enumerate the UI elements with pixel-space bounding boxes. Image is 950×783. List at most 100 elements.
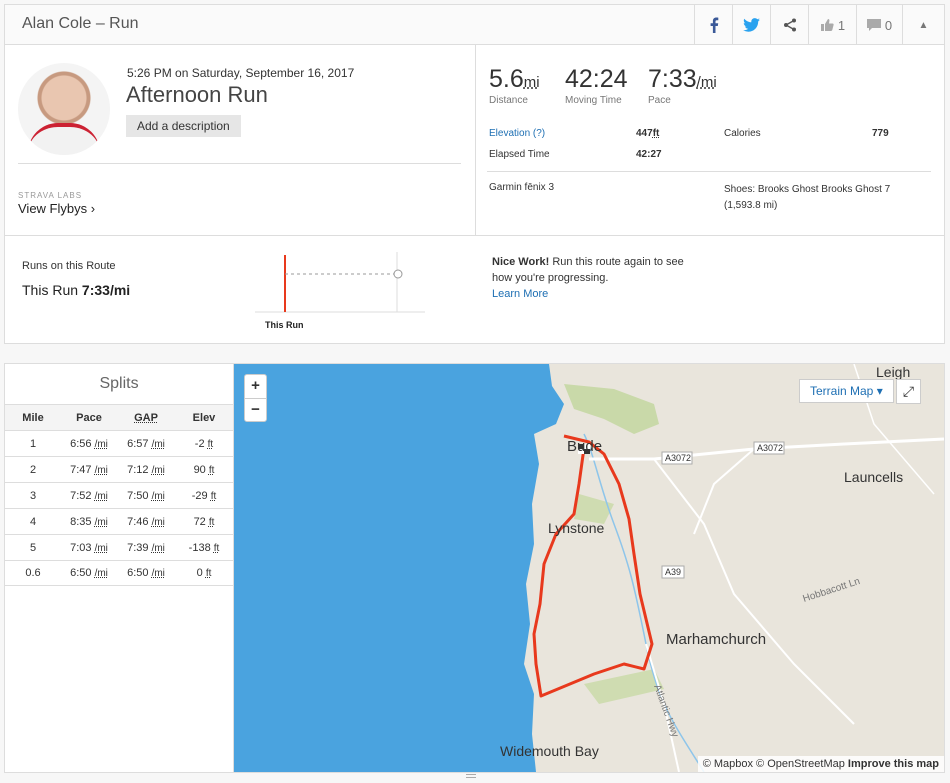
- split-mile: 1: [29, 437, 37, 450]
- river: [583, 433, 705, 772]
- elevation-unit[interactable]: ft: [653, 128, 660, 139]
- pace-unit[interactable]: /mi: [152, 491, 165, 502]
- sea: [234, 364, 564, 772]
- pace-unit[interactable]: /mi: [95, 568, 108, 579]
- learn-more-link[interactable]: Learn More: [492, 286, 702, 302]
- split-elev: 0: [196, 567, 203, 579]
- table-row: 4 8:35 /mi 7:46 /mi 72 ft: [5, 508, 233, 534]
- collapse-button[interactable]: ▲: [902, 5, 944, 45]
- kudos-button[interactable]: 1: [808, 5, 856, 45]
- elevation-value: 447: [636, 128, 653, 139]
- elapsed-time-value: 42:27: [636, 149, 662, 160]
- splits-table: Splits Mile Pace GAP Elev 1 6:56 /mi 6:5…: [5, 364, 234, 772]
- split-gap: 7:46: [127, 515, 149, 528]
- share-button[interactable]: [770, 5, 808, 45]
- road-badge-label: A3072: [665, 453, 691, 463]
- chart-this-run-label: This Run: [265, 320, 304, 330]
- add-description-button[interactable]: Add a description: [126, 115, 241, 137]
- splits-header-row: Mile Pace GAP Elev: [5, 404, 233, 430]
- road-badge-label: A39: [665, 567, 681, 577]
- split-mile: 5: [29, 541, 37, 554]
- activity-datetime: 5:26 PM on Saturday, September 16, 2017: [127, 66, 355, 80]
- moving-time-value: 42:24: [565, 65, 628, 93]
- table-row: 5 7:03 /mi 7:39 /mi -138 ft: [5, 534, 233, 560]
- twitter-share-button[interactable]: [732, 5, 770, 45]
- road-badge-label: A3072: [757, 443, 783, 453]
- map-street-label: Hobbacott Ln: [802, 576, 862, 605]
- split-pace: 6:56: [70, 437, 92, 450]
- split-mile: 4: [29, 515, 37, 528]
- zoom-in-button[interactable]: +: [245, 375, 266, 398]
- split-gap: 6:57: [127, 437, 149, 450]
- pace-unit[interactable]: /mi: [95, 543, 108, 554]
- split-gap: 7:39: [127, 541, 149, 554]
- elev-unit[interactable]: ft: [209, 465, 215, 476]
- splits-map-panel: Splits Mile Pace GAP Elev 1 6:56 /mi 6:5…: [4, 363, 945, 773]
- map-place-label: Leigh: [876, 364, 910, 380]
- activity-card: Alan Cole – Run 1 0 ▲ 5:26 PM on Saturda…: [4, 4, 945, 344]
- pace-unit[interactable]: /mi: [152, 568, 165, 579]
- pace-unit[interactable]: /mi: [697, 74, 717, 91]
- table-row: 0.6 6:50 /mi 6:50 /mi 0 ft: [5, 560, 233, 586]
- elevation-label[interactable]: Elevation (?): [489, 128, 545, 139]
- thumbs-up-icon: [820, 19, 834, 31]
- pace-unit[interactable]: /mi: [95, 439, 108, 450]
- header-pace: Pace: [76, 411, 102, 424]
- pace-unit[interactable]: /mi: [152, 543, 165, 554]
- map-canvas[interactable]: Leigh Bude Launcells Lynstone Marhamchur…: [234, 364, 944, 772]
- comment-button[interactable]: 0: [856, 5, 902, 45]
- share-icon: [783, 18, 796, 32]
- split-pace: 6:50: [70, 567, 92, 579]
- table-row: 1 6:56 /mi 6:57 /mi -2 ft: [5, 430, 233, 456]
- header-elev: Elev: [192, 411, 216, 424]
- resize-handle[interactable]: [466, 774, 476, 778]
- avatar[interactable]: [18, 63, 110, 155]
- chart-point: [393, 269, 403, 279]
- pace-unit[interactable]: /mi: [95, 517, 108, 528]
- nice-work-message: Nice Work! Run this route again to see h…: [492, 254, 702, 302]
- facebook-share-button[interactable]: [694, 5, 732, 45]
- pace-unit[interactable]: /mi: [152, 439, 165, 450]
- terrain-map-dropdown[interactable]: Terrain Map ▾: [799, 379, 894, 403]
- view-flybys-link[interactable]: View Flybys ›: [18, 201, 95, 216]
- stats-divider: [487, 171, 931, 172]
- distance-value: 5.6: [489, 65, 524, 93]
- split-gap: 6:50: [127, 567, 149, 579]
- pace-unit[interactable]: /mi: [95, 465, 108, 476]
- map-place-label: Launcells: [844, 469, 903, 485]
- improve-map-link[interactable]: Improve this map: [848, 758, 939, 770]
- split-gap: 7:12: [127, 463, 149, 476]
- split-mile: 3: [29, 489, 37, 502]
- divider: [18, 163, 461, 164]
- pace-value: 7:33: [648, 65, 697, 93]
- elev-unit[interactable]: ft: [208, 439, 214, 450]
- route-map[interactable]: Leigh Bude Launcells Lynstone Marhamchur…: [234, 364, 944, 772]
- header-gap[interactable]: GAP: [117, 412, 175, 424]
- elev-unit[interactable]: ft: [209, 517, 215, 528]
- splits-title: Splits: [99, 375, 139, 392]
- split-pace: 8:35: [70, 515, 92, 528]
- calories-label: Calories: [724, 128, 761, 139]
- map-street-label: Atlantic Hwy: [651, 683, 680, 738]
- zoom-out-button[interactable]: −: [245, 398, 266, 421]
- split-elev: -138: [188, 541, 211, 554]
- pace-unit[interactable]: /mi: [152, 465, 165, 476]
- calories-value: 779: [872, 128, 889, 139]
- device-name: Garmin fēnix 3: [489, 182, 555, 193]
- fullscreen-button[interactable]: ⤢: [896, 379, 921, 404]
- facebook-icon: [710, 17, 718, 33]
- split-gap: 7:50: [127, 489, 149, 502]
- split-mile: 2: [29, 463, 37, 476]
- distance-unit[interactable]: mi: [524, 74, 540, 91]
- map-place-label: Widemouth Bay: [500, 743, 599, 759]
- pace-unit[interactable]: /mi: [152, 517, 165, 528]
- elev-unit[interactable]: ft: [214, 543, 220, 554]
- elev-unit[interactable]: ft: [211, 491, 217, 502]
- pace-label: Pace: [648, 95, 671, 106]
- avatar-shirt: [28, 123, 100, 155]
- pace-unit[interactable]: /mi: [95, 491, 108, 502]
- split-mile: 0.6: [25, 567, 41, 579]
- activity-name[interactable]: Afternoon Run: [126, 82, 268, 108]
- elev-unit[interactable]: ft: [206, 568, 212, 579]
- activity-header: Alan Cole – Run 1 0 ▲: [5, 5, 944, 45]
